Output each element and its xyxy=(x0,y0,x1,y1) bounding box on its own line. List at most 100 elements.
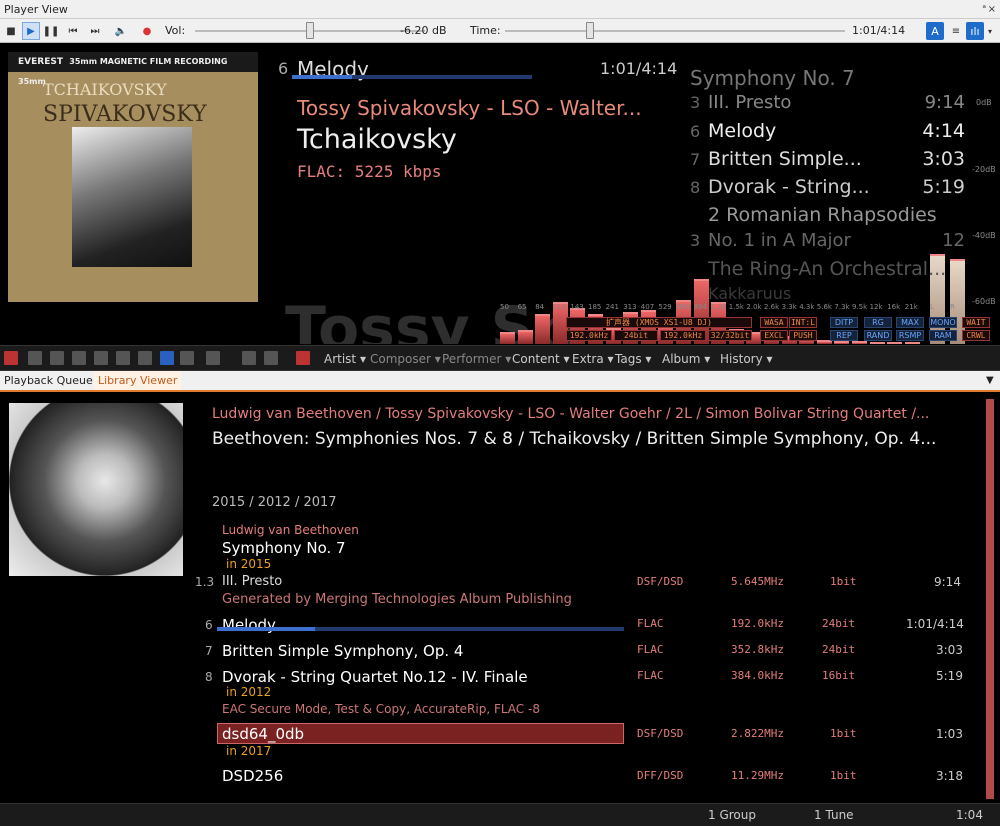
device-indicator: 扩声器 (XMOS XS1-U8 DJ) xyxy=(566,317,752,328)
view-mode-icon[interactable]: A xyxy=(926,22,944,40)
freq-label: 3.3k xyxy=(781,303,797,311)
indicator-rep: REP xyxy=(830,330,858,341)
scrollbar-thumb[interactable] xyxy=(986,399,994,799)
row-format: FLAC xyxy=(637,643,664,656)
volume-thumb[interactable] xyxy=(306,22,314,39)
menu-composer[interactable]: Composer ▾ xyxy=(370,352,441,366)
next-icon[interactable]: ⏭ xyxy=(86,22,104,40)
menu-label: Tags xyxy=(615,352,642,366)
mini-item-num: 8 xyxy=(690,178,701,197)
mini-playlist-item[interactable]: The Ring-An Orchestral... xyxy=(690,258,965,280)
scrollbar[interactable] xyxy=(986,399,994,799)
years-line: 2015 / 2012 / 2017 xyxy=(212,495,337,510)
indicator-int-l: INT:L xyxy=(789,317,817,328)
freq-label: 143 xyxy=(570,303,584,311)
sort-icon[interactable] xyxy=(206,351,220,365)
tab-library-viewer[interactable]: Library Viewer xyxy=(94,371,182,390)
mini-playlist-item[interactable]: 8 Dvorak - String... 5:19 xyxy=(690,176,965,198)
pause-icon[interactable]: ❚❚ xyxy=(42,22,60,40)
menu-label: Performer xyxy=(442,352,502,366)
track-time: 1:01/4:14 xyxy=(600,59,678,78)
freq-label: 50 xyxy=(500,303,509,311)
mute-icon[interactable]: 🔈 xyxy=(112,22,130,40)
mini-item-num: 7 xyxy=(690,150,701,169)
mini-playlist-item[interactable]: 2 Romanian Rhapsodies xyxy=(690,204,965,226)
row-title: Dvorak - String Quartet No.12 - IV. Fina… xyxy=(222,668,528,686)
freq-label: 688 xyxy=(676,303,690,311)
mini-playlist-item[interactable]: Kakkaruus xyxy=(690,284,965,303)
spectrum-bar xyxy=(517,330,533,344)
library-viewer: Ludwig van Beethoven / Tossy Spivakovsky… xyxy=(0,393,1000,803)
shuffle-icon[interactable] xyxy=(28,351,42,365)
details-icon[interactable] xyxy=(138,351,152,365)
row-bits: 16bit xyxy=(822,669,856,682)
tag-icon[interactable] xyxy=(296,351,310,365)
mini-playlist-item-current[interactable]: 6 Melody 4:14 xyxy=(690,120,965,142)
db-label-60: -60dB xyxy=(972,297,996,306)
mini-item-time: 9:14 xyxy=(924,92,965,113)
freq-label: 21k xyxy=(904,303,918,311)
mini-item-time: 12 xyxy=(942,230,965,251)
indicator-max: MAX xyxy=(896,317,924,328)
freq-label: 407 xyxy=(640,303,655,311)
list-view-icon[interactable]: ≡ xyxy=(947,22,965,40)
freq-label: 185 xyxy=(588,303,602,311)
row-title: DSD256 xyxy=(222,767,284,785)
row-rate: 352.8kHz xyxy=(731,643,784,656)
tab-playback-queue[interactable]: Playback Queue xyxy=(0,371,97,390)
play-icon[interactable]: ▶ xyxy=(22,22,40,40)
filter-icon[interactable] xyxy=(264,351,278,365)
menu-extra[interactable]: Extra ▾ xyxy=(572,352,614,366)
db-label-0: 0dB xyxy=(976,98,992,107)
mini-item-time: 4:14 xyxy=(922,120,965,142)
stop-icon[interactable]: ■ xyxy=(2,22,20,40)
row-progress xyxy=(217,627,624,631)
mini-item-title: Symphony No. 7 xyxy=(690,66,855,90)
grid-icon[interactable] xyxy=(72,351,86,365)
row-year: in 2012 xyxy=(226,685,272,699)
mini-playlist-item[interactable]: 7 Britten Simple... 3:03 xyxy=(690,148,965,170)
menu-album[interactable]: Album ▾ xyxy=(662,352,710,366)
total-time: 1:04 xyxy=(956,808,983,822)
queue-icon[interactable] xyxy=(4,351,18,365)
time-slider[interactable] xyxy=(505,30,845,32)
tree-icon[interactable] xyxy=(180,351,194,365)
menu-artist[interactable]: Artist ▾ xyxy=(324,352,366,366)
record-icon[interactable]: ● xyxy=(138,22,156,40)
row-bits: 1bit xyxy=(830,769,857,782)
mini-item-num: 6 xyxy=(690,122,701,141)
row-sub: EAC Secure Mode, Test & Copy, AccurateRi… xyxy=(222,702,540,716)
freq-label: 313 xyxy=(623,303,637,311)
row-rate: 384.0kHz xyxy=(731,669,784,682)
list-icon[interactable] xyxy=(160,351,174,365)
tabs-dropdown-icon[interactable]: ▼ xyxy=(982,371,998,390)
mini-item-title: The Ring-An Orchestral... xyxy=(708,258,947,280)
menu-performer[interactable]: Performer ▾ xyxy=(442,352,511,366)
mini-playlist-item[interactable]: Symphony No. 7 xyxy=(690,66,965,90)
search-icon[interactable] xyxy=(242,351,256,365)
time-thumb[interactable] xyxy=(586,22,594,39)
mini-playlist-item[interactable]: 3 No. 1 in A Major 12 xyxy=(690,230,965,251)
menu-history[interactable]: History ▾ xyxy=(720,352,773,366)
grid2-icon[interactable] xyxy=(94,351,108,365)
view-tabs: Playback Queue Library Viewer ▼ xyxy=(0,371,1000,392)
row-title: Melody xyxy=(222,616,276,634)
indicator-wasa: WASA xyxy=(760,317,788,328)
grid3-icon[interactable] xyxy=(116,351,130,365)
pin-icon[interactable]: ᵃ xyxy=(982,0,986,19)
menu-tags[interactable]: Tags ▾ xyxy=(615,352,651,366)
previous-icon[interactable]: ⏮ xyxy=(64,22,82,40)
mini-playlist-item[interactable]: 3 III. Presto 9:14 xyxy=(690,92,965,113)
freq-label: 9.5k xyxy=(852,303,868,311)
freq-label: 16k xyxy=(887,303,901,311)
tile-icon[interactable] xyxy=(50,351,64,365)
indicator-excl: EXCL xyxy=(760,330,788,341)
freq-label: 7.3k xyxy=(834,303,850,311)
spectrum-view-icon[interactable]: ılı xyxy=(966,22,984,40)
menu-content[interactable]: Content ▾ xyxy=(512,352,570,366)
time-label: Time: xyxy=(470,24,501,37)
dropdown-icon[interactable]: ▾ xyxy=(984,22,996,40)
close-icon[interactable]: × xyxy=(988,0,996,19)
row-num: 7 xyxy=(205,644,213,658)
vol-value: -6.20 dB xyxy=(400,24,447,37)
